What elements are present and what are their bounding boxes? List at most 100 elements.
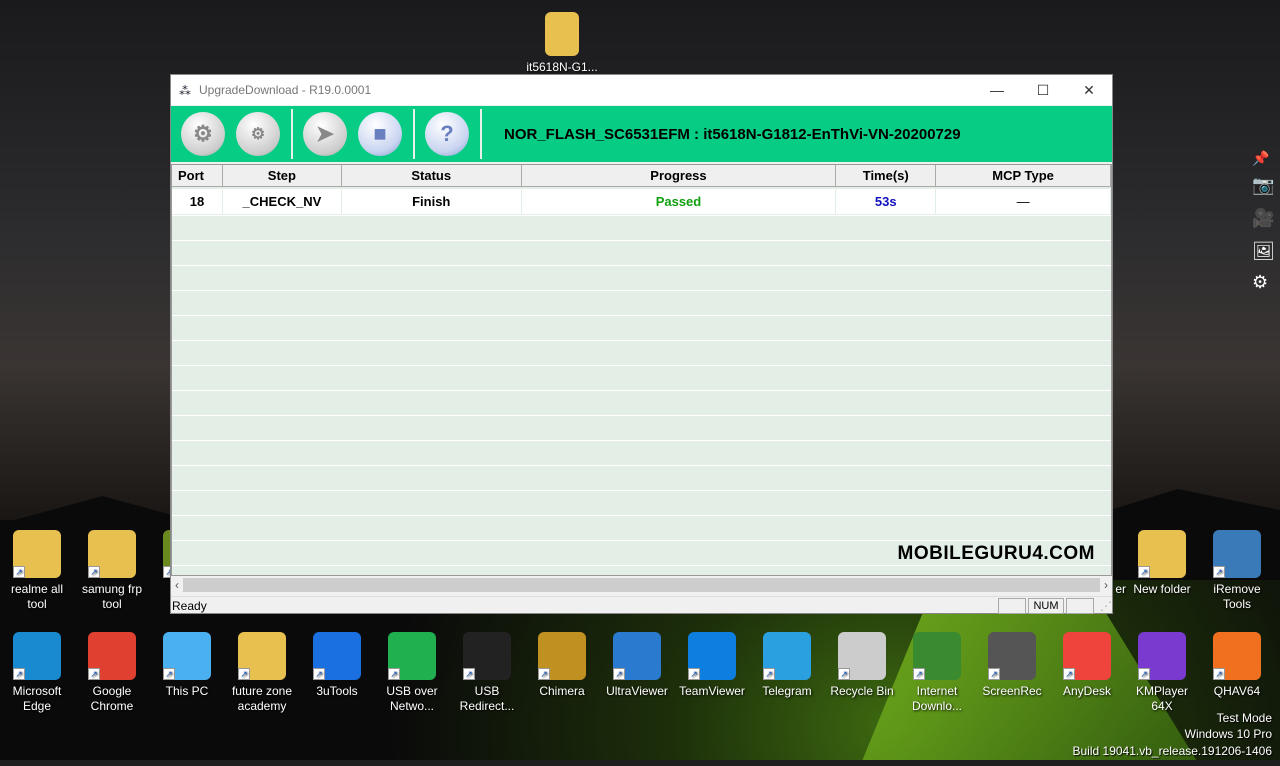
app-icon: ↗: [538, 632, 586, 680]
status-pane-scroll: [1066, 597, 1094, 614]
shortcut-arrow-icon: ↗: [88, 566, 100, 578]
stop-button[interactable]: ■: [358, 112, 402, 156]
desktop-icon[interactable]: ↗ New folder: [1125, 530, 1199, 597]
desktop-icon-label: Google Chrome: [90, 684, 134, 713]
help-button[interactable]: ?: [425, 112, 469, 156]
shortcut-arrow-icon: ↗: [1138, 668, 1150, 680]
app-icon: ↗: [463, 632, 511, 680]
windows-edition-text: Windows 10 Pro: [1184, 727, 1272, 741]
shortcut-arrow-icon: ↗: [238, 668, 250, 680]
desktop-icon[interactable]: ↗ Telegram: [750, 632, 824, 699]
column-header-mcp-type[interactable]: MCP Type: [936, 165, 1111, 187]
desktop-icon[interactable]: ↗ Recycle Bin: [825, 632, 899, 699]
folder-icon: [545, 12, 579, 56]
video-icon[interactable]: 🎥: [1252, 208, 1274, 229]
status-bar: Ready NUM ⋰: [171, 596, 1112, 614]
desktop-icon-label: Microsoft Edge: [12, 684, 62, 713]
desktop-icon-label: ScreenRec: [982, 684, 1042, 698]
desktop-icon-label: it5618N-G1...: [526, 60, 598, 74]
desktop-icon[interactable]: ↗ UltraViewer: [600, 632, 674, 699]
desktop-icon-label: USB over Netwo...: [386, 684, 438, 713]
desktop-icon-label: AnyDesk: [1062, 684, 1112, 698]
gear-icon: ⚙: [193, 121, 213, 146]
desktop-icon[interactable]: ↗ Google Chrome: [75, 632, 149, 714]
advanced-settings-button[interactable]: ⚙: [236, 112, 280, 156]
desktop-icon-label: Internet Downlo...: [911, 684, 963, 713]
window-title: UpgradeDownload - R19.0.0001: [199, 83, 372, 97]
app-icon: ↗: [13, 632, 61, 680]
desktop-icon[interactable]: ↗ AnyDesk: [1050, 632, 1124, 699]
desktop-icon[interactable]: ↗ USB Redirect...: [450, 632, 524, 714]
desktop-icon[interactable]: ↗ iRemove Tools: [1200, 530, 1274, 612]
shortcut-arrow-icon: ↗: [388, 668, 400, 680]
column-header-time[interactable]: Time(s): [836, 165, 937, 187]
shortcut-arrow-icon: ↗: [1063, 668, 1075, 680]
gears-icon: ⚙: [250, 126, 266, 143]
camera-icon[interactable]: 📷: [1252, 175, 1274, 196]
app-icon: ↗: [388, 632, 436, 680]
horizontal-scrollbar[interactable]: ‹ ›: [171, 577, 1112, 593]
resize-grip-icon[interactable]: ⋰: [1094, 599, 1112, 613]
firmware-title: NOR_FLASH_SC6531EFM : it5618N-G1812-EnTh…: [504, 125, 961, 143]
toolbar-separator: [480, 109, 482, 159]
column-header-status[interactable]: Status: [341, 165, 522, 187]
desktop-icon-label: USB Redirect...: [459, 684, 515, 713]
build-text: Build 19041.vb_release.191206-1406: [1072, 744, 1273, 758]
gear-icon[interactable]: ⚙: [1252, 272, 1268, 293]
column-header-progress[interactable]: Progress: [521, 165, 837, 187]
test-mode-text: Test Mode: [1216, 711, 1272, 725]
desktop-icon[interactable]: ↗ TeamViewer: [675, 632, 749, 699]
app-icon: ⁂: [179, 84, 191, 98]
scroll-right-icon[interactable]: ›: [1104, 578, 1112, 592]
app-icon: ↗: [688, 632, 736, 680]
desktop-icon[interactable]: ↗ ScreenRec: [975, 632, 1049, 699]
desktop-icon[interactable]: ↗ This PC: [150, 632, 224, 699]
app-icon: ↗: [88, 530, 136, 578]
desktop-icon[interactable]: ↗ Internet Downlo...: [900, 632, 974, 714]
shortcut-arrow-icon: ↗: [538, 668, 550, 680]
shortcut-arrow-icon: ↗: [1213, 668, 1225, 680]
start-button[interactable]: ➤: [303, 112, 347, 156]
table-row[interactable]: 18 _CHECK_NV Finish Passed 53s —: [172, 189, 1111, 214]
desktop-icon-label: Chimera: [539, 684, 585, 698]
stop-icon: ■: [373, 121, 387, 146]
shortcut-arrow-icon: ↗: [838, 668, 850, 680]
close-button[interactable]: ✕: [1066, 82, 1112, 99]
scrollbar-thumb[interactable]: [183, 578, 1100, 592]
desktop-icon-label: future zone academy: [231, 684, 293, 713]
desktop-icon-firmware-folder[interactable]: it5618N-G1...: [525, 12, 599, 75]
toolbar-separator: [413, 109, 415, 159]
desktop-icon[interactable]: ↗ QHAV64: [1200, 632, 1274, 699]
title-bar: ⁂ UpgradeDownload - R19.0.0001 — ☐ ✕: [171, 75, 1112, 105]
desktop-icon[interactable]: ↗ future zone academy: [225, 632, 299, 714]
shortcut-arrow-icon: ↗: [613, 668, 625, 680]
settings-button[interactable]: ⚙: [181, 112, 225, 156]
maximize-button[interactable]: ☐: [1020, 82, 1066, 99]
column-header-step[interactable]: Step: [222, 165, 342, 187]
toolbar-separator: [291, 109, 293, 159]
pin-icon[interactable]: 📌: [1252, 150, 1269, 167]
desktop-icon-label: er: [1115, 582, 1126, 596]
app-icon: ↗: [313, 632, 361, 680]
desktop-icon[interactable]: ↗ Microsoft Edge: [0, 632, 74, 714]
desktop-icon[interactable]: ↗ Chimera: [525, 632, 599, 699]
column-header-port[interactable]: Port: [172, 165, 223, 187]
desktop-icon-label: UltraViewer: [606, 684, 668, 698]
desktop-icon-label: KMPlayer 64X: [1135, 684, 1188, 713]
desktop-icon[interactable]: ↗ 3uTools: [300, 632, 374, 699]
port-table: Port Step Status Progress Time(s) MCP Ty…: [171, 164, 1112, 576]
scroll-left-icon[interactable]: ‹: [171, 578, 179, 592]
desktop-icon[interactable]: ↗ samung frp tool: [75, 530, 149, 612]
app-icon: ↗: [913, 632, 961, 680]
desktop-icon[interactable]: ↗ USB over Netwo...: [375, 632, 449, 714]
status-pane-num: NUM: [1028, 597, 1064, 614]
app-icon: ↗: [13, 530, 61, 578]
gallery-icon[interactable]: 🖼: [1252, 241, 1275, 262]
cell-port: 18: [172, 189, 223, 214]
desktop-icon[interactable]: ↗ realme all tool: [0, 530, 74, 612]
desktop-icon[interactable]: ↗ KMPlayer 64X: [1125, 632, 1199, 714]
minimize-button[interactable]: —: [974, 82, 1020, 99]
shortcut-arrow-icon: ↗: [988, 668, 1000, 680]
app-icon: ↗: [163, 632, 211, 680]
app-icon: ↗: [238, 632, 286, 680]
